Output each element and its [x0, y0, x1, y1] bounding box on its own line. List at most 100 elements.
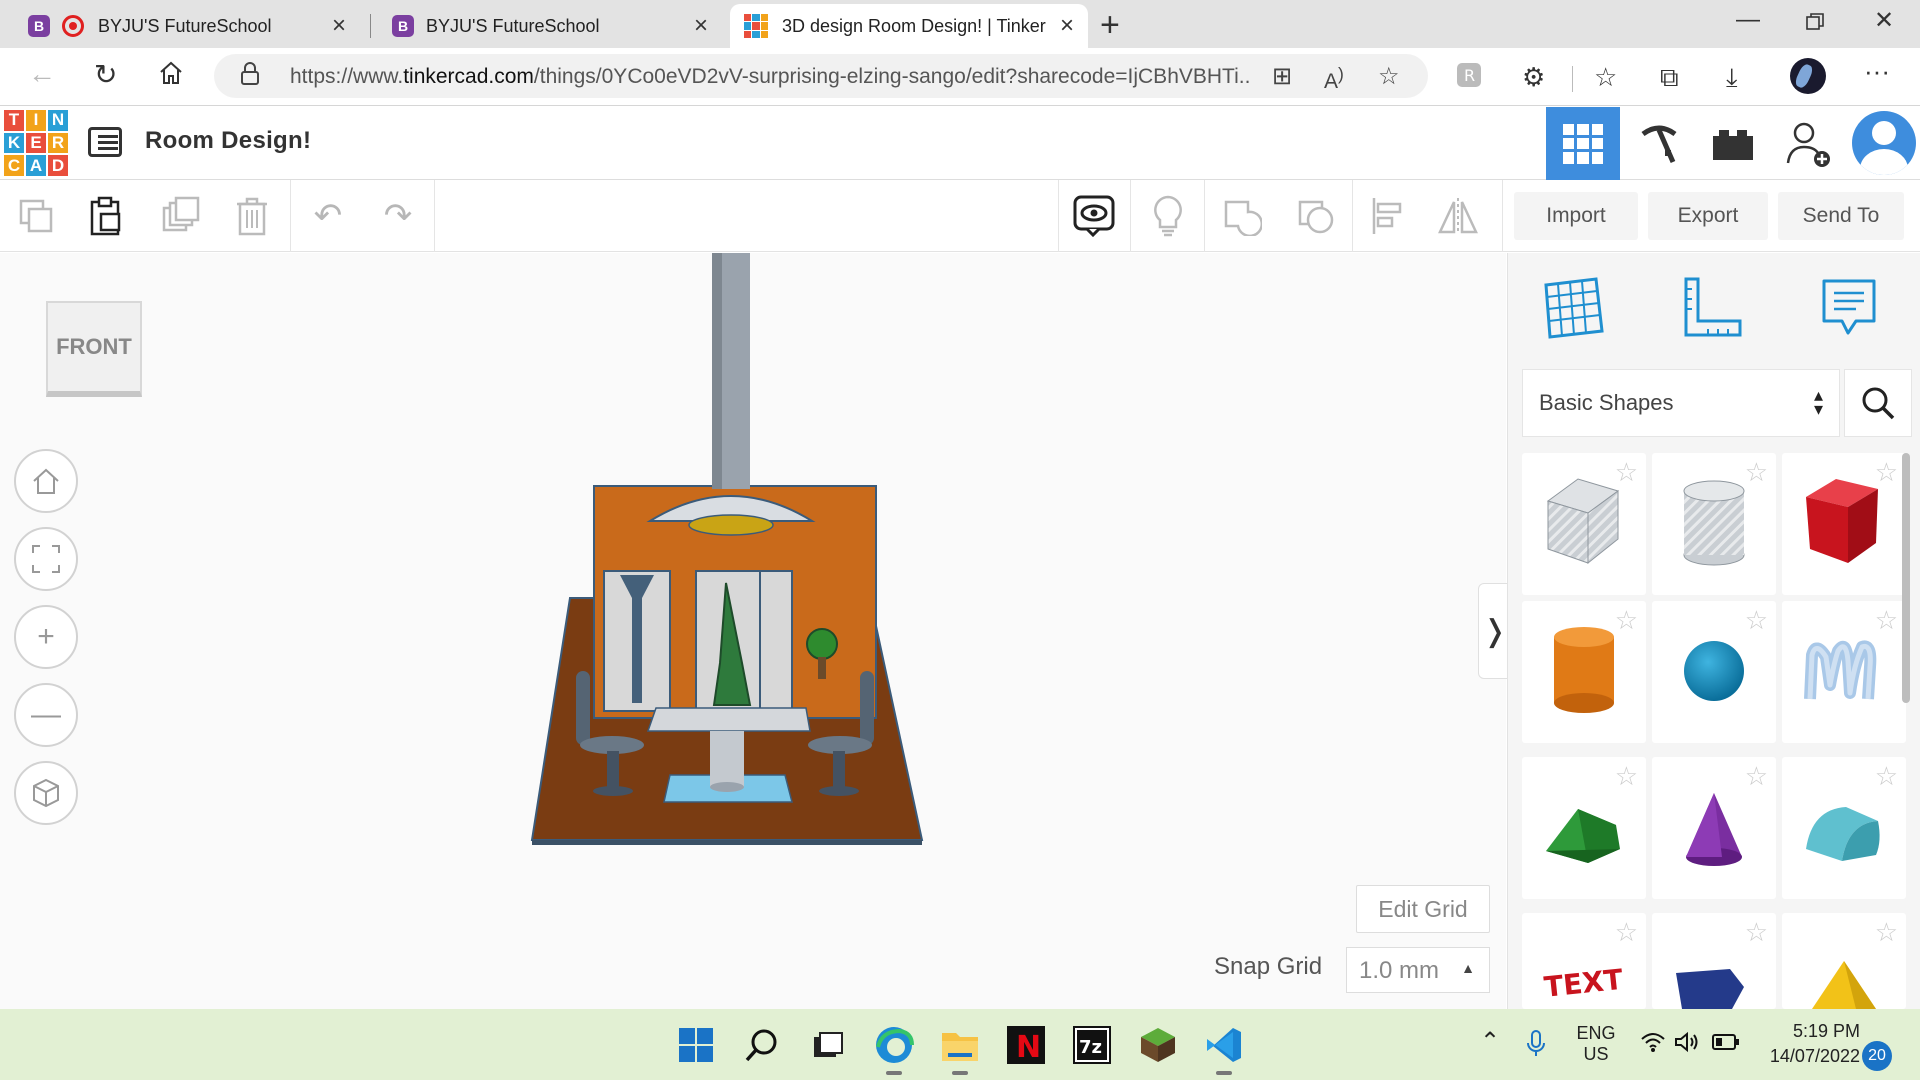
group-icon[interactable]	[1220, 194, 1264, 238]
volume-icon[interactable]	[1674, 1031, 1700, 1058]
3d-design-view-button[interactable]	[1546, 107, 1620, 180]
favorite-star-icon[interactable]: ☆	[1615, 917, 1638, 948]
paste-icon[interactable]	[84, 194, 128, 238]
start-button[interactable]	[672, 1021, 720, 1069]
refresh-icon[interactable]: ↻	[94, 58, 117, 91]
ruler-icon[interactable]	[1678, 275, 1744, 341]
home-icon[interactable]	[158, 60, 184, 93]
tinkercad-logo[interactable]: T I N K E R C A D	[4, 110, 68, 176]
light-bulb-icon[interactable]	[1146, 194, 1190, 238]
close-tab-icon[interactable]: ×	[1060, 12, 1074, 40]
browser-profile-avatar[interactable]	[1790, 58, 1826, 94]
wifi-icon[interactable]	[1640, 1031, 1666, 1058]
snap-grid-select[interactable]: 1.0 mm ▲	[1346, 947, 1490, 993]
user-avatar[interactable]	[1852, 111, 1916, 175]
workplane-icon[interactable]	[1540, 275, 1606, 341]
redo-icon[interactable]: ↷	[376, 194, 420, 238]
back-icon[interactable]: ←	[28, 58, 56, 90]
shape-tile-scribble[interactable]: ☆	[1782, 601, 1906, 743]
notes-eye-icon[interactable]	[1072, 194, 1116, 238]
browser-tab-1[interactable]: B BYJU'S FutureSchool ×	[14, 4, 360, 48]
address-bar[interactable]: https://www.tinkercad.com/things/0YCo0eV…	[214, 54, 1428, 98]
netflix-app[interactable]: N	[1002, 1021, 1050, 1069]
shape-tile-polygon[interactable]: ☆	[1652, 913, 1776, 1009]
shape-tile-box-hole[interactable]: ☆	[1522, 453, 1646, 595]
clock[interactable]: 5:19 PM 14/07/2022	[1748, 1021, 1860, 1067]
task-view-button[interactable]	[804, 1021, 852, 1069]
duplicate-icon[interactable]	[158, 194, 202, 238]
favorite-star-icon[interactable]: ☆	[1615, 605, 1638, 636]
notes-icon[interactable]	[1816, 275, 1882, 341]
extension-r-icon[interactable]: R	[1456, 62, 1482, 95]
shape-tile-cylinder-hole[interactable]: ☆	[1652, 453, 1776, 595]
design-list-icon[interactable]	[88, 127, 122, 157]
add-favorite-icon[interactable]: ☆	[1378, 62, 1400, 91]
browser-tab-2[interactable]: B BYJU'S FutureSchool ×	[378, 4, 722, 48]
shape-tile-cylinder[interactable]: ☆	[1522, 601, 1646, 743]
favorite-star-icon[interactable]: ☆	[1745, 457, 1768, 488]
fit-view-button[interactable]	[14, 527, 78, 591]
design-title[interactable]: Room Design!	[145, 127, 311, 155]
zoom-out-button[interactable]: —	[14, 683, 78, 747]
app-available-icon[interactable]: ⊞	[1272, 62, 1292, 91]
language-indicator[interactable]: ENG US	[1576, 1023, 1616, 1065]
mirror-icon[interactable]	[1436, 194, 1480, 238]
room-design-model[interactable]	[520, 253, 940, 853]
favorite-star-icon[interactable]: ☆	[1615, 761, 1638, 792]
zoom-in-button[interactable]: +	[14, 605, 78, 669]
close-window-button[interactable]: ✕	[1874, 6, 1894, 35]
collections-icon[interactable]: ⧉	[1660, 62, 1679, 94]
downloads-icon[interactable]: ⤓	[1726, 62, 1738, 94]
shape-tile-text[interactable]: TEXT ☆	[1522, 913, 1646, 1009]
read-aloud-icon[interactable]: A)	[1324, 64, 1344, 94]
shape-tile-roof[interactable]: ☆	[1522, 757, 1646, 899]
favorites-icon[interactable]: ☆	[1594, 62, 1617, 93]
delete-icon[interactable]	[230, 194, 274, 238]
shape-search-button[interactable]	[1844, 369, 1912, 437]
lock-icon[interactable]	[240, 62, 260, 93]
favorite-star-icon[interactable]: ☆	[1745, 605, 1768, 636]
close-tab-icon[interactable]: ×	[694, 12, 708, 40]
favorite-star-icon[interactable]: ☆	[1875, 917, 1898, 948]
favorite-star-icon[interactable]: ☆	[1875, 457, 1898, 488]
orthographic-toggle-button[interactable]	[14, 761, 78, 825]
panel-scrollbar[interactable]	[1902, 453, 1910, 703]
search-button[interactable]	[738, 1021, 786, 1069]
favorite-star-icon[interactable]: ☆	[1875, 605, 1898, 636]
shape-tile-sphere[interactable]: ☆	[1652, 601, 1776, 743]
copy-icon[interactable]	[14, 194, 58, 238]
home-view-button[interactable]	[14, 449, 78, 513]
undo-icon[interactable]: ↶	[306, 194, 350, 238]
minecraft-app[interactable]	[1134, 1021, 1182, 1069]
file-explorer-app[interactable]	[936, 1021, 984, 1075]
shape-tile-pyramid[interactable]: ☆	[1782, 913, 1906, 1009]
shape-tile-box[interactable]: ☆	[1782, 453, 1906, 595]
lego-view-button[interactable]	[1696, 107, 1770, 180]
minecraft-view-button[interactable]	[1622, 107, 1696, 180]
restore-button[interactable]	[1806, 10, 1824, 38]
ungroup-icon[interactable]	[1294, 194, 1338, 238]
shape-category-select[interactable]: Basic Shapes ▴ ▾	[1522, 369, 1840, 437]
vscode-app[interactable]	[1200, 1021, 1248, 1075]
shape-tile-round-roof[interactable]: ☆	[1782, 757, 1906, 899]
invite-user-button[interactable]	[1772, 107, 1846, 180]
microphone-icon[interactable]	[1526, 1029, 1546, 1062]
minimize-button[interactable]: —	[1736, 6, 1760, 34]
edge-browser-app[interactable]	[870, 1021, 918, 1075]
send-to-button[interactable]: Send To	[1778, 192, 1904, 240]
7zip-app[interactable]: 7z	[1068, 1021, 1116, 1069]
export-button[interactable]: Export	[1648, 192, 1768, 240]
favorite-star-icon[interactable]: ☆	[1745, 917, 1768, 948]
close-tab-icon[interactable]: ×	[332, 12, 346, 40]
edit-grid-button[interactable]: Edit Grid	[1356, 885, 1490, 933]
more-menu-icon[interactable]: ···	[1864, 56, 1890, 87]
workplane-canvas[interactable]: FRONT + — ❭ Edit Grid Snap Grid 1.0 mm ▲	[0, 253, 1512, 1009]
extensions-icon[interactable]: ⚙	[1522, 62, 1545, 93]
new-tab-button[interactable]: +	[1100, 6, 1120, 45]
notification-badge[interactable]: 20	[1862, 1041, 1892, 1071]
view-cube[interactable]: FRONT	[46, 301, 142, 397]
show-hidden-icons-button[interactable]: ⌃	[1480, 1027, 1500, 1056]
shape-tile-cone[interactable]: ☆	[1652, 757, 1776, 899]
favorite-star-icon[interactable]: ☆	[1745, 761, 1768, 792]
favorite-star-icon[interactable]: ☆	[1615, 457, 1638, 488]
